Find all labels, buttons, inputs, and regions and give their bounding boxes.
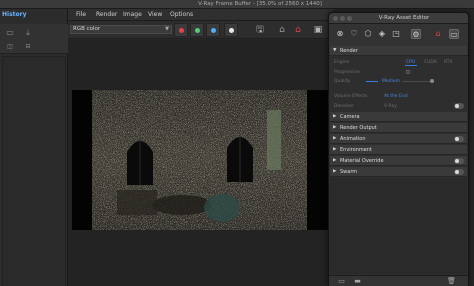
volume-effects-row: Volume Effects At the End: [330, 92, 467, 101]
progressive-checkbox[interactable]: [406, 70, 410, 74]
menu-bar: File Render Image View Options: [68, 9, 333, 21]
section-environment[interactable]: ▶ Environment: [330, 145, 467, 155]
history-panel: History ▭ ⤓ ◫ ⊟: [0, 9, 68, 286]
section-material-override[interactable]: ▶ Material Override: [330, 156, 467, 166]
frame-buffer-toolbar: RGB color ▼ 🖫 ⌂ ⌂ ▣: [68, 21, 333, 39]
section-render-output-label: Render Output: [340, 125, 377, 131]
pin-icon[interactable]: ⤓: [22, 28, 34, 38]
collapsed-triangle-icon: ▶: [333, 169, 337, 174]
section-render-output[interactable]: ▶ Render Output: [330, 123, 467, 133]
textures-icon[interactable]: ◈: [377, 29, 387, 39]
history-tab[interactable]: History: [2, 11, 28, 21]
expanded-triangle-icon: ▼: [333, 48, 337, 53]
engine-label: Engine: [334, 60, 350, 65]
menu-image[interactable]: Image: [123, 10, 142, 20]
red-dot-icon: [179, 28, 184, 33]
quality-slider-fill: [366, 81, 378, 82]
section-swarm-label: Swarm: [340, 169, 358, 175]
quality-slider-track[interactable]: [402, 81, 430, 82]
history-list[interactable]: [2, 56, 66, 286]
engine-rtx-option[interactable]: RTX: [444, 58, 453, 67]
chevron-down-icon: ▼: [165, 26, 169, 32]
render-elements-icon[interactable]: ◳: [391, 29, 401, 39]
delete-icon[interactable]: 🗑: [447, 277, 456, 286]
geometry-icon[interactable]: ⬡: [363, 29, 373, 39]
section-swarm[interactable]: ▶ Swarm: [330, 167, 467, 177]
quality-slider-handle[interactable]: [430, 79, 434, 83]
collapsed-triangle-icon: ▶: [333, 125, 337, 130]
stop-render-icon[interactable]: ▣: [312, 24, 324, 36]
render-interactive-icon[interactable]: ⌂: [292, 24, 304, 36]
collapsed-triangle-icon: ▶: [333, 147, 337, 152]
quality-row: Quality Medium: [330, 77, 467, 86]
save-history-icon[interactable]: ▭: [4, 28, 16, 38]
denoiser-value[interactable]: V-Ray: [384, 102, 397, 111]
progressive-label: Progressive: [334, 70, 360, 75]
engine-row: Engine CPU CUDA RTX: [330, 58, 467, 67]
channel-select-value: RGB color: [73, 26, 101, 32]
asset-editor-bottom-bar: ▭ ▬ 🗑: [329, 275, 468, 286]
asset-editor-titlebar: V-Ray Asset Editor: [329, 13, 468, 24]
blue-dot-icon: [211, 28, 216, 33]
section-environment-label: Environment: [340, 147, 372, 153]
lights-icon[interactable]: ♡: [349, 29, 359, 39]
zoom-window-button[interactable]: [347, 16, 352, 21]
blue-channel-button[interactable]: [206, 23, 220, 37]
collapsed-triangle-icon: ▶: [333, 136, 337, 141]
settings-empty-area: [330, 178, 467, 274]
material-override-toggle[interactable]: [454, 158, 464, 164]
animation-toggle[interactable]: [454, 136, 464, 142]
engine-cuda-option[interactable]: CUDA: [424, 58, 437, 67]
section-camera-label: Camera: [340, 114, 360, 120]
settings-icon[interactable]: ⚙: [411, 29, 421, 39]
render-icon[interactable]: ⌂: [433, 29, 443, 39]
save-image-icon[interactable]: 🖫: [254, 24, 266, 36]
section-render-label: Render: [340, 48, 358, 54]
menu-render[interactable]: Render: [96, 10, 117, 20]
menu-file[interactable]: File: [76, 10, 86, 20]
progressive-row: Progressive: [330, 68, 467, 77]
quality-label: Quality: [334, 79, 351, 84]
asset-editor-window: V-Ray Asset Editor ⊗ ♡ ⬡ ◈ ◳ ⚙ ⌂ ▭ ▼ Ren…: [328, 12, 469, 286]
ab-icon[interactable]: ⊟: [22, 42, 34, 52]
quality-value: Medium: [382, 79, 400, 84]
frame-buffer-icon[interactable]: ▭: [449, 29, 459, 39]
asset-editor-title: V-Ray Asset Editor: [378, 15, 430, 21]
minimize-window-button[interactable]: [340, 16, 345, 21]
green-dot-icon: [195, 28, 200, 33]
channel-select[interactable]: RGB color ▼: [70, 25, 172, 34]
close-window-button[interactable]: [333, 16, 338, 21]
collapsed-triangle-icon: ▶: [333, 158, 337, 163]
menu-view[interactable]: View: [148, 10, 162, 20]
menu-options[interactable]: Options: [170, 10, 193, 20]
rendered-image[interactable]: [72, 90, 334, 230]
history-toolbar: ▭ ⤓ ◫ ⊟: [0, 24, 68, 54]
swarm-toggle[interactable]: [454, 169, 464, 175]
alpha-channel-button[interactable]: [224, 23, 238, 37]
materials-icon[interactable]: ⊗: [335, 29, 345, 39]
frame-buffer-title: V-Ray Frame Buffer - [35.0% of 2560 x 14…: [198, 1, 322, 7]
section-render[interactable]: ▼ Render: [330, 46, 467, 56]
collapsed-triangle-icon: ▶: [333, 114, 337, 119]
section-material-override-label: Material Override: [340, 158, 384, 164]
red-channel-button[interactable]: [174, 23, 188, 37]
save-file-icon[interactable]: ▬: [353, 277, 362, 286]
volume-effects-value[interactable]: At the End: [384, 92, 408, 101]
compare-icon[interactable]: ◫: [4, 42, 16, 52]
engine-selected-underline: [405, 65, 417, 66]
section-camera[interactable]: ▶ Camera: [330, 112, 467, 122]
volume-effects-label: Volume Effects: [334, 94, 368, 99]
section-animation-label: Animation: [340, 136, 366, 142]
denoiser-row: Denoiser V-Ray: [330, 102, 467, 111]
green-channel-button[interactable]: [190, 23, 204, 37]
frame-buffer-titlebar: V-Ray Frame Buffer - [35.0% of 2560 x 14…: [0, 0, 474, 9]
alpha-dot-icon: [229, 28, 234, 33]
section-animation[interactable]: ▶ Animation: [330, 134, 467, 144]
denoiser-toggle[interactable]: [454, 103, 464, 109]
render-region-icon[interactable]: ⌂: [276, 24, 288, 36]
denoiser-label: Denoiser: [334, 104, 355, 109]
open-file-icon[interactable]: ▭: [337, 277, 346, 286]
